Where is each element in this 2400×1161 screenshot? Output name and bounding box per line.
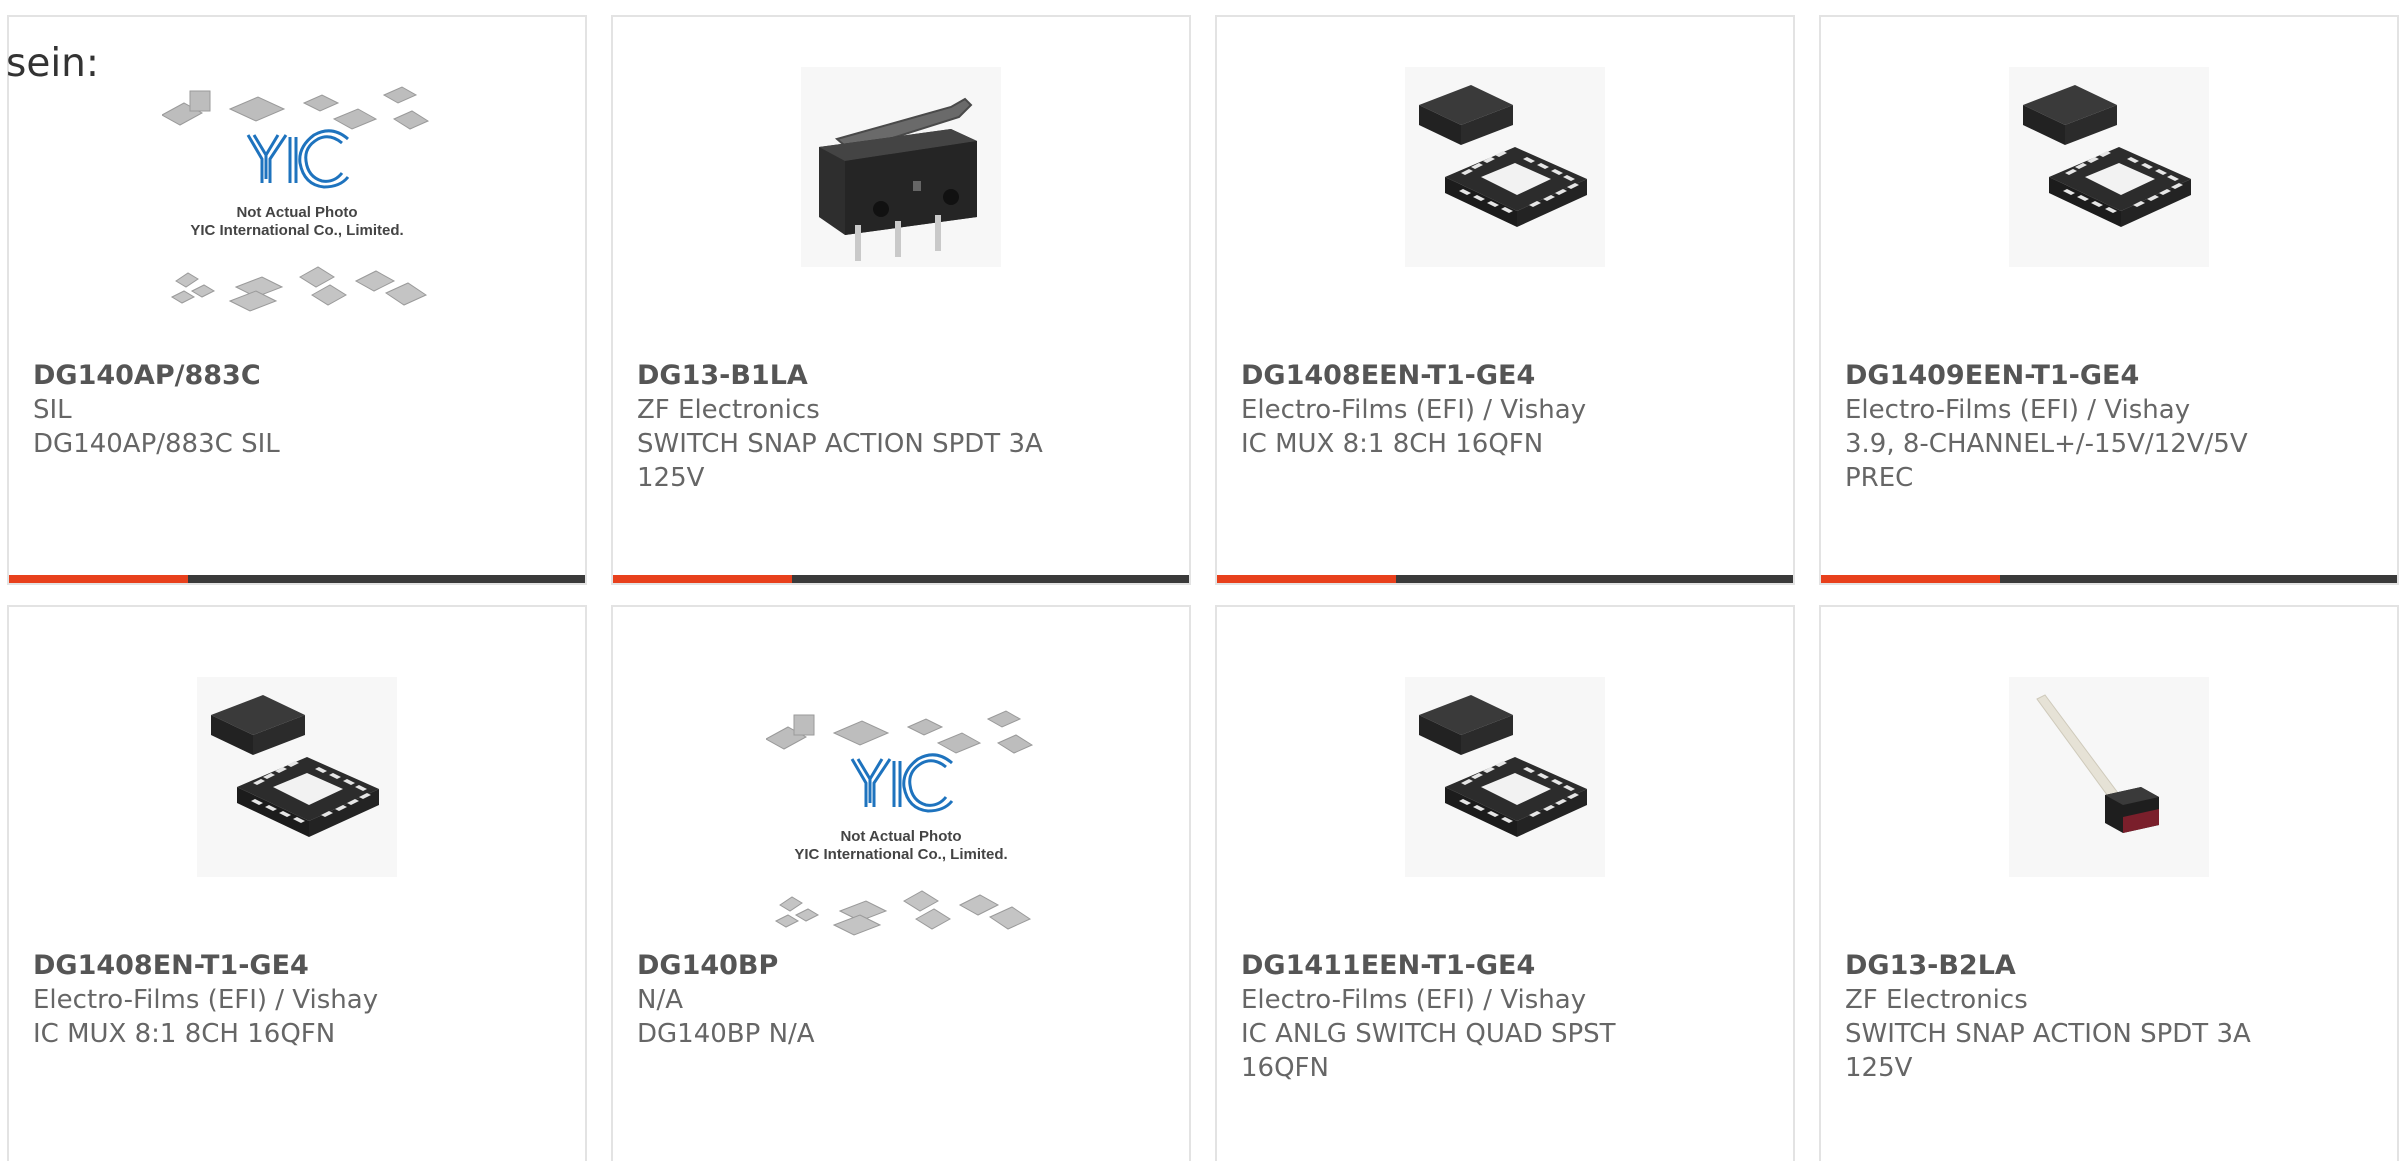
description: SWITCH SNAP ACTION SPDT 3A 125V — [637, 429, 1043, 493]
manufacturer: Electro-Films (EFI) / Vishay — [1241, 395, 1587, 425]
product-info: DG140BP N/A DG140BP N/A — [637, 949, 1157, 1051]
product-image[interactable] — [1821, 677, 2397, 973]
product-info: DG1408EN-T1-GE4 Electro-Films (EFI) / Vi… — [33, 949, 553, 1051]
snap-switch-lever-image — [801, 67, 1001, 267]
product-image[interactable] — [1217, 67, 1793, 363]
product-info: DG13-B1LA ZF Electronics SWITCH SNAP ACT… — [637, 359, 1157, 495]
hover-progress-bar — [1217, 575, 1793, 583]
product-image[interactable] — [1821, 67, 2397, 363]
svg-text:YIC International Co., Limited: YIC International Co., Limited. — [190, 222, 403, 239]
hover-progress-fill — [1821, 575, 2000, 583]
product-info: DG1408EEN-T1-GE4 Electro-Films (EFI) / V… — [1241, 359, 1761, 461]
description: DG140AP/883C SIL — [33, 429, 280, 459]
description: DG140BP N/A — [637, 1019, 815, 1049]
hover-progress-bar — [613, 575, 1189, 583]
part-number[interactable]: DG1409EEN-T1-GE4 — [1845, 359, 2365, 393]
manufacturer: Electro-Films (EFI) / Vishay — [33, 985, 379, 1015]
product-card[interactable]: DG13-B1LA ZF Electronics SWITCH SNAP ACT… — [611, 15, 1191, 585]
manufacturer: N/A — [637, 985, 683, 1015]
manufacturer: Electro-Films (EFI) / Vishay — [1845, 395, 2191, 425]
part-number[interactable]: DG1408EEN-T1-GE4 — [1241, 359, 1761, 393]
product-card[interactable]: DG1411EEN-T1-GE4 Electro-Films (EFI) / V… — [1215, 605, 1795, 1161]
product-grid: Not Actual Photo YIC International Co., … — [0, 0, 2400, 1161]
part-number[interactable]: DG140AP/883C — [33, 359, 553, 393]
svg-text:Not Actual Photo: Not Actual Photo — [840, 828, 961, 845]
svg-text:Not Actual Photo: Not Actual Photo — [236, 204, 357, 221]
product-card[interactable]: DG1408EN-T1-GE4 Electro-Films (EFI) / Vi… — [7, 605, 587, 1161]
part-number[interactable]: DG1411EEN-T1-GE4 — [1241, 949, 1761, 983]
qfn-chip-image — [1405, 677, 1605, 877]
description: IC ANLG SWITCH QUAD SPST 16QFN — [1241, 1019, 1616, 1083]
placeholder-chips-image: Not Actual Photo YIC International Co., … — [162, 86, 430, 312]
hover-progress-fill — [9, 575, 188, 583]
manufacturer: ZF Electronics — [637, 395, 820, 425]
description: IC MUX 8:1 8CH 16QFN — [1241, 429, 1544, 459]
hover-progress-bar — [9, 575, 585, 583]
placeholder-chips-image: Not Actual Photo YIC International Co., … — [766, 710, 1034, 936]
intro-text: sein: — [6, 41, 100, 86]
manufacturer: Electro-Films (EFI) / Vishay — [1241, 985, 1587, 1015]
hover-progress-fill — [1217, 575, 1396, 583]
product-card[interactable]: Not Actual Photo YIC International Co., … — [7, 15, 587, 585]
product-image[interactable]: Not Actual Photo YIC International Co., … — [9, 67, 585, 363]
part-number[interactable]: DG13-B1LA — [637, 359, 1157, 393]
manufacturer: ZF Electronics — [1845, 985, 2028, 1015]
product-image[interactable] — [613, 67, 1189, 363]
product-info: DG1409EEN-T1-GE4 Electro-Films (EFI) / V… — [1845, 359, 2365, 495]
part-number[interactable]: DG140BP — [637, 949, 1157, 983]
product-info: DG140AP/883C SIL DG140AP/883C SIL — [33, 359, 553, 461]
product-image[interactable]: Not Actual Photo YIC International Co., … — [613, 691, 1189, 987]
qfn-chip-image — [1405, 67, 1605, 267]
manufacturer: SIL — [33, 395, 72, 425]
micro-switch-long-lever-image — [2009, 677, 2209, 877]
svg-text:YIC International Co., Limited: YIC International Co., Limited. — [794, 846, 1007, 863]
part-number[interactable]: DG13-B2LA — [1845, 949, 2365, 983]
product-info: DG1411EEN-T1-GE4 Electro-Films (EFI) / V… — [1241, 949, 1761, 1085]
product-info: DG13-B2LA ZF Electronics SWITCH SNAP ACT… — [1845, 949, 2365, 1085]
product-card[interactable]: DG1409EEN-T1-GE4 Electro-Films (EFI) / V… — [1819, 15, 2399, 585]
product-card[interactable]: Not Actual Photo YIC International Co., … — [611, 605, 1191, 1161]
part-number[interactable]: DG1408EN-T1-GE4 — [33, 949, 553, 983]
product-image[interactable] — [1217, 677, 1793, 973]
qfn-chip-image — [197, 677, 397, 877]
description: IC MUX 8:1 8CH 16QFN — [33, 1019, 336, 1049]
product-image[interactable] — [9, 677, 585, 973]
product-card[interactable]: DG1408EEN-T1-GE4 Electro-Films (EFI) / V… — [1215, 15, 1795, 585]
description: 3.9, 8-CHANNEL+/-15V/12V/5V PREC — [1845, 429, 2248, 493]
description: SWITCH SNAP ACTION SPDT 3A 125V — [1845, 1019, 2251, 1083]
qfn-chip-image — [2009, 67, 2209, 267]
hover-progress-bar — [1821, 575, 2397, 583]
hover-progress-fill — [613, 575, 792, 583]
product-card[interactable]: DG13-B2LA ZF Electronics SWITCH SNAP ACT… — [1819, 605, 2399, 1161]
